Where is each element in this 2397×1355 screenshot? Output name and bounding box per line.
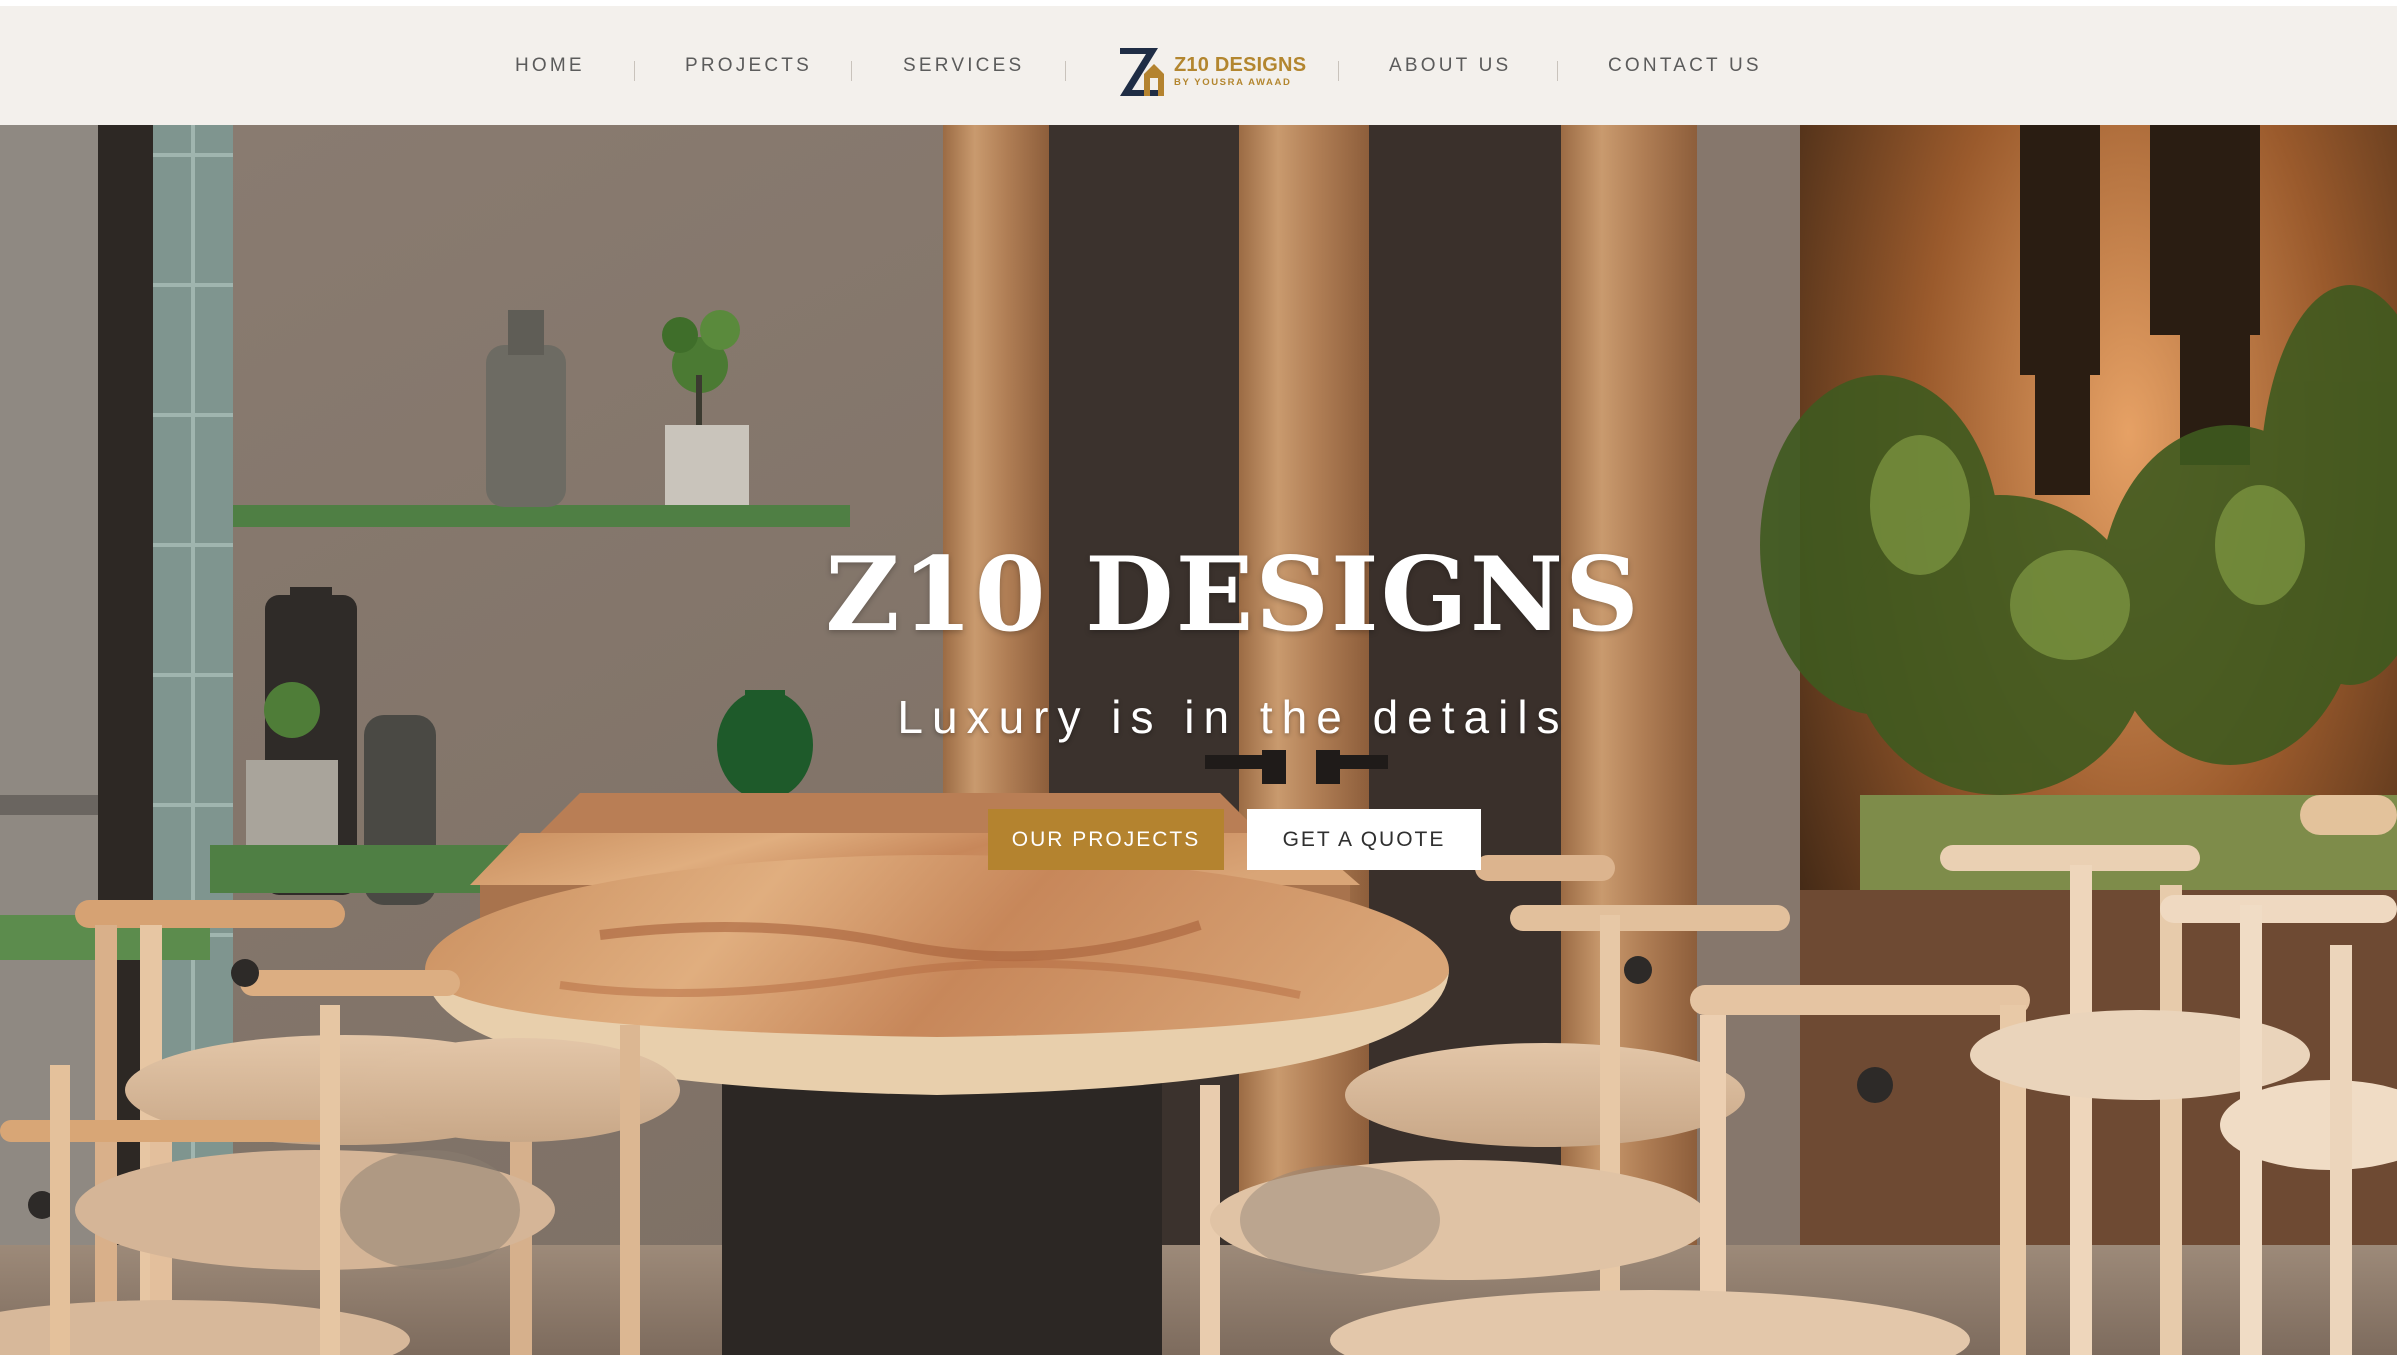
nav-divider [1065,61,1066,81]
nav-services-link[interactable]: SERVICES [903,6,1024,125]
nav-divider [1557,61,1558,81]
brand-logo[interactable]: Z10 DESIGNS BY YOUSRA AWAAD [1118,44,1306,98]
nav-home-link[interactable]: HOME [515,6,585,125]
our-projects-button[interactable]: OUR PROJECTS [988,809,1224,870]
hero-tagline: Luxury is in the details [897,691,1569,743]
main-navbar: HOME PROJECTS SERVICES Z10 DESIGNS BY YO… [0,6,2397,125]
hero-title: Z10 DESIGNS [825,535,1641,655]
nav-projects-link[interactable]: PROJECTS [685,6,812,125]
nav-divider [634,61,635,81]
nav-about-link[interactable]: ABOUT US [1389,6,1511,125]
nav-divider [1338,61,1339,81]
get-a-quote-button[interactable]: GET A QUOTE [1247,809,1481,870]
hero-section: Z10 DESIGNS Luxury is in the details OUR… [0,125,2397,1355]
nav-contact-link[interactable]: CONTACT US [1608,6,1762,125]
z10-monogram-logo-icon [1120,48,1164,96]
logo-subtitle: BY YOUSRA AWAAD [1174,77,1292,88]
nav-divider [851,61,852,81]
logo-title: Z10 DESIGNS [1174,54,1307,76]
